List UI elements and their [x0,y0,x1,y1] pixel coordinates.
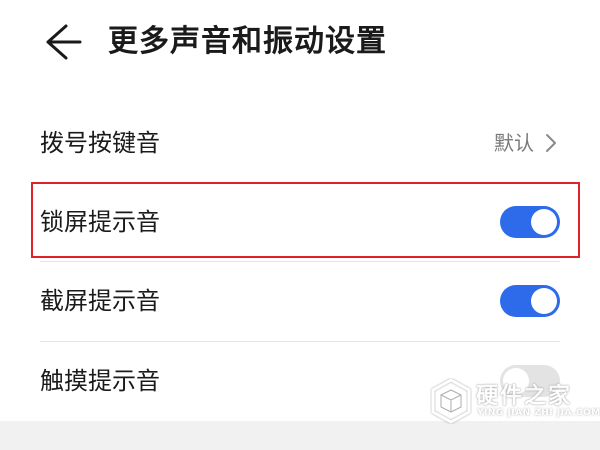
screenshot-tone-toggle[interactable] [500,285,560,317]
settings-screen: 更多声音和振动设置 拨号按键音 默认 锁屏提示音 截屏提示音 触摸提示音 硬件之… [0,0,600,450]
lock-screen-tone-toggle[interactable] [500,206,560,238]
back-button[interactable] [36,22,84,62]
page-title: 更多声音和振动设置 [108,24,387,59]
toggle-knob [531,288,557,314]
cube-logo-icon [431,378,471,424]
setting-row-lock-screen-tone: 锁屏提示音 [40,183,560,261]
setting-label: 拨号按键音 [40,129,160,157]
setting-value: 默认 [494,131,534,155]
setting-row-dial-tone[interactable]: 拨号按键音 默认 [40,104,560,182]
chevron-right-icon [546,134,556,152]
watermark-title: 硬件之家 [476,384,573,409]
setting-row-screenshot-tone: 截屏提示音 [40,262,560,340]
toggle-knob [531,209,557,235]
header-bar: 更多声音和振动设置 [0,0,600,90]
arrow-left-icon [46,24,82,60]
watermark: 硬件之家 YING JIAN ZHI JIA.COM [430,374,600,430]
setting-label: 触摸提示音 [40,367,160,395]
watermark-subtitle: YING JIAN ZHI JIA.COM [477,408,600,418]
setting-label: 截屏提示音 [40,287,160,315]
setting-label: 锁屏提示音 [40,208,160,236]
